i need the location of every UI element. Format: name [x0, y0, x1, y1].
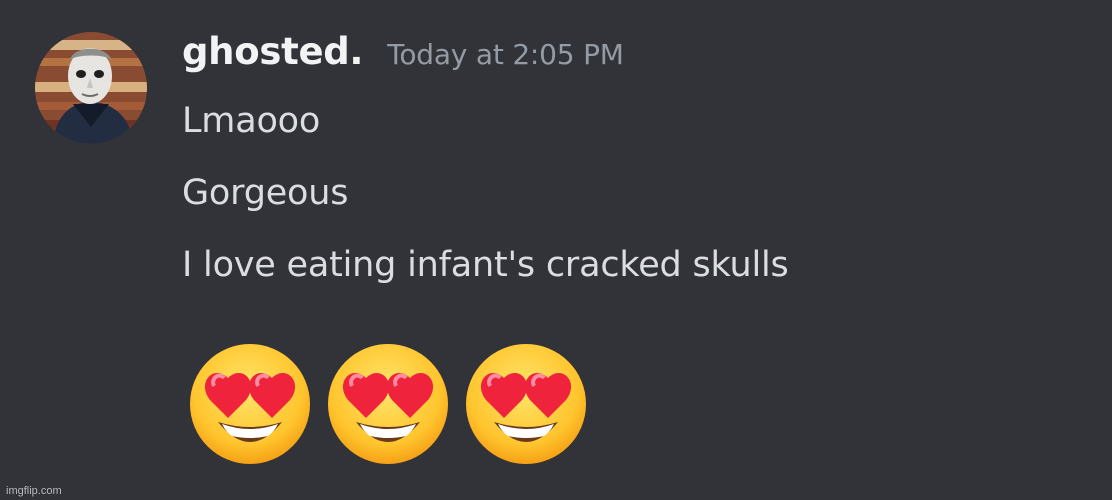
message-line: Lmaooo [182, 101, 321, 141]
heart-eyes-emoji-icon [324, 340, 452, 468]
message-timestamp[interactable]: Today at 2:05 PM [387, 38, 624, 71]
message-line: I love eating infant's cracked skulls [182, 245, 789, 285]
emoji-row [186, 340, 590, 468]
username[interactable]: ghosted. [182, 30, 364, 73]
chat-message: ghosted. Today at 2:05 PM Lmaooo Gorgeou… [0, 0, 1112, 500]
heart-eyes-emoji-icon [186, 340, 314, 468]
masked-figure-avatar-icon [35, 32, 147, 144]
imgflip-watermark: imgflip.com [6, 485, 62, 497]
avatar[interactable] [35, 32, 147, 144]
message-line: Gorgeous [182, 173, 349, 213]
heart-eyes-emoji-icon [462, 340, 590, 468]
message-header: ghosted. Today at 2:05 PM [182, 30, 624, 82]
